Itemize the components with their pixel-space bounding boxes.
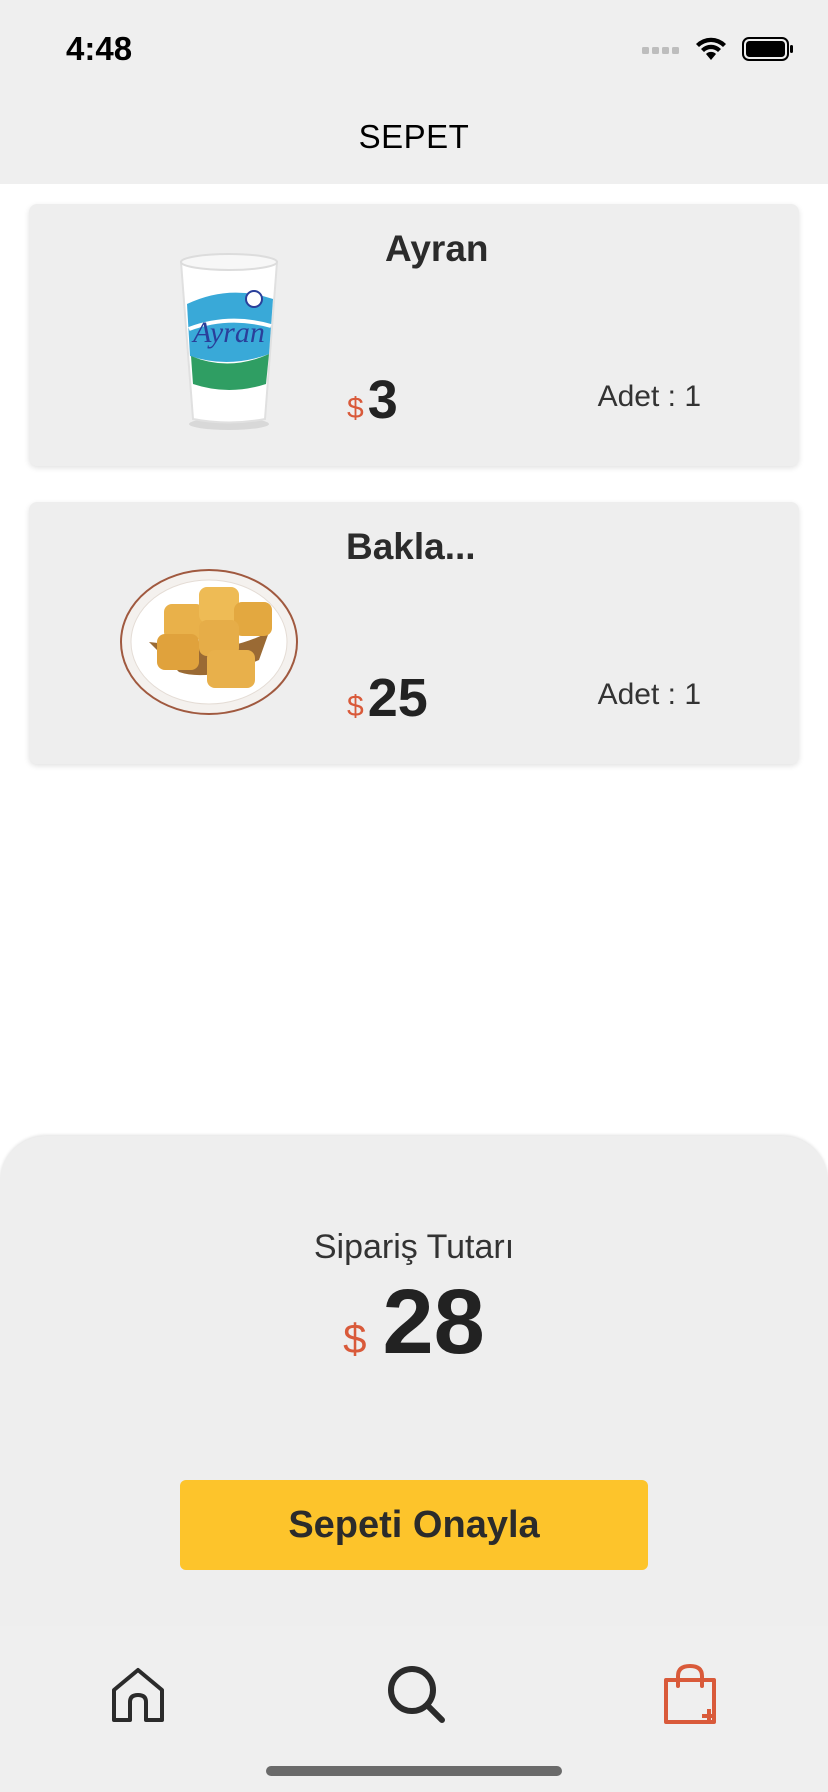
quantity-label: Adet : 1: [597, 678, 701, 711]
currency-symbol: $: [347, 392, 364, 425]
product-name: Bakla...: [346, 526, 476, 567]
tab-cart[interactable]: [650, 1654, 730, 1734]
wifi-icon: [696, 37, 726, 60]
order-summary-panel: Sipariş Tutarı $ 28 Sepeti Onayla: [0, 1136, 828, 1656]
shopping-bag-icon: [664, 1663, 716, 1724]
cellular-signal-icon: [642, 47, 679, 54]
search-icon: [388, 1666, 445, 1723]
svg-text:Ayran: Ayran: [191, 316, 265, 349]
currency-symbol: $: [347, 690, 364, 723]
price-value: 25: [367, 668, 428, 728]
tab-search[interactable]: [376, 1654, 456, 1734]
currency-symbol: $: [343, 1315, 367, 1362]
confirm-cart-button[interactable]: Sepeti Onayla: [180, 1480, 648, 1570]
cart-item[interactable]: Ayran Ayran $ 3 Adet : 1: [29, 204, 799, 466]
order-total: $ 28: [0, 1270, 828, 1375]
price-value: 3: [367, 370, 398, 430]
battery-icon: [742, 37, 793, 61]
home-indicator[interactable]: [266, 1766, 562, 1776]
status-icons: [642, 34, 794, 64]
home-icon: [112, 1668, 164, 1722]
cart-screen: 4:48 SEPET Ayran Ayran $ 3 Adet: 1 Bakl…: [0, 0, 828, 1792]
cart-item[interactable]: Bakla... $ 25 Adet : 1: [29, 502, 799, 764]
product-image-ayran-cup: Ayran: [179, 253, 279, 430]
status-time: 4:48: [66, 30, 133, 67]
product-price: $ 25: [347, 667, 428, 729]
top-area: 4:48 SEPET: [0, 0, 828, 184]
product-price: $ 3: [347, 369, 398, 431]
product-name: Ayran: [385, 228, 489, 269]
quantity-label: Adet : 1: [597, 380, 701, 413]
order-total-value: 28: [382, 1271, 485, 1373]
order-total-label: Sipariş Tutarı: [313, 1228, 515, 1266]
tab-home[interactable]: [98, 1654, 178, 1734]
page-title: SEPET: [358, 118, 470, 155]
product-image-baklava-plate: [120, 569, 298, 715]
